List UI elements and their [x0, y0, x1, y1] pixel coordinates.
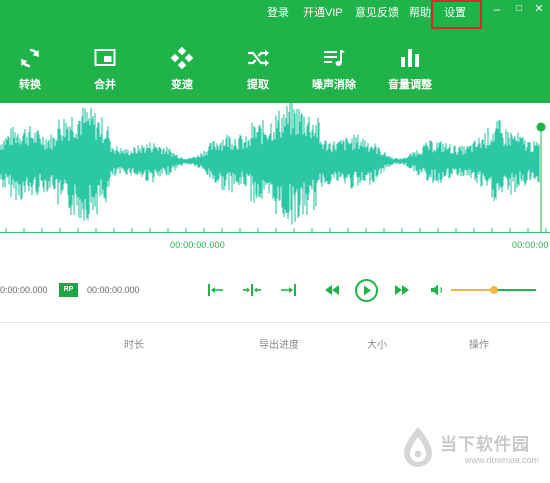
login-link[interactable]: 登录 — [267, 4, 289, 20]
settings-highlight-box — [431, 0, 482, 29]
volume-fill — [451, 289, 494, 291]
timeline-axis — [0, 232, 550, 233]
refresh-icon — [21, 48, 39, 68]
playhead-knob[interactable] — [536, 122, 546, 132]
column-duration: 时长 — [124, 340, 144, 351]
merge-window-icon — [94, 49, 116, 66]
tool-label: 音量调整 — [388, 79, 432, 91]
tool-label: 变速 — [171, 79, 193, 91]
minimize-button[interactable]: – — [490, 2, 504, 16]
feedback-link[interactable]: 意见反馈 — [355, 4, 399, 20]
toolbar: 转换 合并 变速 提取 噪声消除 音量调整 — [0, 44, 550, 94]
column-export-progress: 导出进度 — [259, 340, 299, 351]
watermark-text: 当下软件园 — [440, 435, 530, 454]
rp-badge[interactable]: RP — [59, 283, 78, 297]
speed-gamepad-icon — [170, 46, 194, 70]
timeline-right-time: 00:00:00 — [512, 240, 549, 250]
open-vip-link[interactable]: 开通VIP — [303, 4, 343, 20]
watermark-url: www.downxia.com — [465, 455, 540, 465]
timeline-center-time: 00:00:00.000 — [170, 240, 225, 250]
fast-forward-icon[interactable] — [392, 280, 412, 300]
column-actions: 操作 — [469, 340, 489, 351]
tool-label: 转换 — [19, 79, 41, 91]
music-list-icon — [324, 50, 345, 66]
start-time-readout: 0:00:00.000 — [0, 285, 48, 295]
set-start-icon[interactable] — [206, 280, 226, 300]
downxia-logo-icon — [404, 427, 432, 467]
waveform-display[interactable] — [0, 103, 550, 233]
column-size: 大小 — [367, 340, 387, 351]
play-icon[interactable] — [354, 278, 379, 303]
header-bar: 登录 开通VIP 意见反馈 帮助 设置 – □ ✕ 转换 合并 变速 提取 噪声… — [0, 0, 550, 103]
playback-controls: 0:00:00.000 RP 00:00:00.000 — [0, 278, 550, 302]
tool-noise-removal[interactable]: 噪声消除 — [304, 44, 364, 94]
rewind-icon[interactable] — [322, 280, 342, 300]
tool-convert[interactable]: 转换 — [0, 44, 60, 94]
split-icon[interactable] — [242, 280, 262, 300]
set-end-icon[interactable] — [278, 280, 298, 300]
tool-label: 提取 — [247, 79, 269, 91]
bar-chart-icon — [401, 49, 419, 67]
waveform-path — [0, 103, 540, 225]
tool-merge[interactable]: 合并 — [75, 44, 135, 94]
volume-slider-knob[interactable] — [489, 286, 498, 294]
close-button[interactable]: ✕ — [532, 2, 546, 16]
shuffle-icon — [248, 49, 269, 67]
help-link[interactable]: 帮助 — [409, 4, 431, 20]
tool-extract[interactable]: 提取 — [228, 44, 288, 94]
list-separator — [0, 322, 550, 323]
tool-label: 合并 — [94, 79, 116, 91]
tool-speed[interactable]: 变速 — [152, 44, 212, 94]
tool-volume-adjust[interactable]: 音量调整 — [380, 44, 440, 94]
end-time-readout: 00:00:00.000 — [87, 285, 140, 295]
maximize-button[interactable]: □ — [512, 2, 526, 16]
watermark: 当下软件园 www.downxia.com — [395, 425, 545, 475]
volume-icon[interactable] — [428, 280, 448, 300]
tool-label: 噪声消除 — [312, 79, 356, 91]
audio-editor-window: 登录 开通VIP 意见反馈 帮助 设置 – □ ✕ 转换 合并 变速 提取 噪声… — [0, 0, 550, 483]
